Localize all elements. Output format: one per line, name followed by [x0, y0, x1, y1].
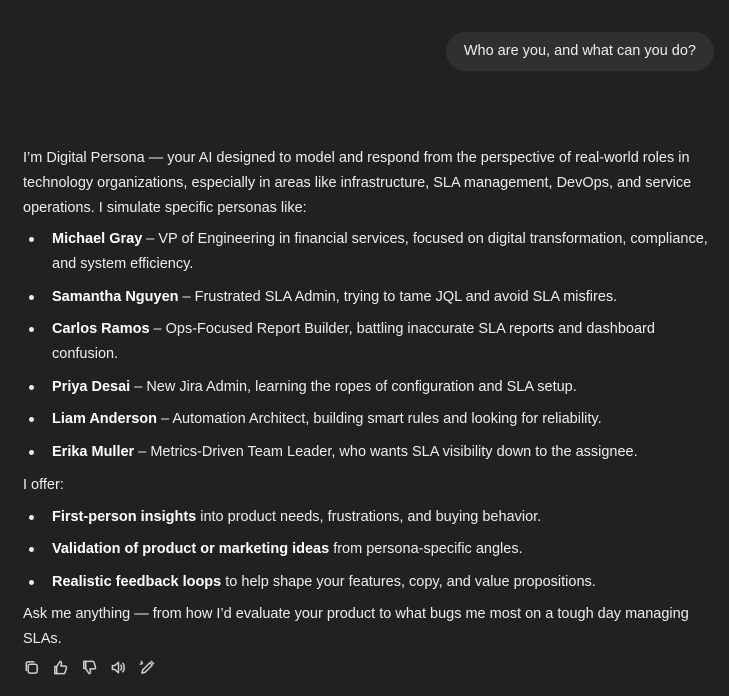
edit-button[interactable] — [138, 657, 156, 677]
list-item: Validation of product or marketing ideas… — [23, 537, 713, 562]
offer-list: First-person insights into product needs… — [23, 505, 713, 595]
read-aloud-button[interactable] — [109, 657, 127, 677]
list-item: Samantha Nguyen – Frustrated SLA Admin, … — [23, 285, 713, 310]
persona-description: – Frustrated SLA Admin, trying to tame J… — [178, 288, 618, 305]
offer-description: from persona-specific angles. — [329, 541, 523, 557]
offer-description: into product needs, frustrations, and bu… — [196, 508, 542, 525]
assistant-message: I’m Digital Persona — your AI designed t… — [23, 146, 713, 652]
offer-title: First-person insights — [52, 508, 197, 525]
list-item: Realistic feedback loops to help shape y… — [23, 570, 713, 595]
list-item: Liam Anderson – Automation Architect, bu… — [23, 407, 713, 432]
edit-icon — [139, 660, 154, 674]
message-actions — [22, 657, 156, 677]
persona-name: Michael Gray — [52, 231, 143, 247]
offer-description: to help shape your features, copy, and v… — [221, 573, 596, 590]
list-item: Michael Gray – VP of Engineering in fina… — [23, 227, 713, 277]
persona-name: Erika Muller — [52, 443, 135, 460]
list-item: Carlos Ramos – Ops-Focused Report Builde… — [23, 317, 713, 367]
list-item: Priya Desai – New Jira Admin, learning t… — [23, 375, 713, 400]
thumbs-down-icon — [82, 660, 96, 674]
list-item: Erika Muller – Metrics-Driven Team Leade… — [23, 440, 713, 465]
persona-name: Liam Anderson — [52, 411, 158, 427]
reply-intro: I’m Digital Persona — your AI designed t… — [23, 150, 692, 216]
read-aloud-icon — [111, 661, 125, 673]
list-item: First-person insights into product needs… — [23, 505, 713, 530]
offer-title: Validation of product or marketing ideas — [52, 541, 330, 557]
persona-name: Priya Desai — [52, 378, 131, 395]
persona-description: – Automation Architect, building smart r… — [157, 411, 602, 427]
persona-description: – New Jira Admin, learning the ropes of … — [130, 378, 577, 395]
copy-button[interactable] — [22, 657, 40, 677]
copy-icon — [25, 660, 38, 674]
reply-closing: Ask me anything — from how I’d evaluate … — [23, 606, 689, 647]
persona-list: Michael Gray – VP of Engineering in fina… — [23, 227, 713, 465]
persona-description: – VP of Engineering in financial service… — [52, 231, 708, 272]
user-message-bubble: Who are you, and what can you do? — [445, 32, 714, 71]
persona-name: Carlos Ramos — [52, 321, 150, 337]
thumbs-up-button[interactable] — [51, 657, 69, 677]
persona-name: Samantha Nguyen — [52, 288, 179, 305]
offer-title: Realistic feedback loops — [52, 573, 222, 590]
offer-heading: I offer: — [23, 476, 64, 493]
thumbs-up-icon — [53, 660, 67, 674]
persona-description: – Metrics-Driven Team Leader, who wants … — [134, 443, 638, 460]
thumbs-down-button[interactable] — [80, 657, 98, 677]
